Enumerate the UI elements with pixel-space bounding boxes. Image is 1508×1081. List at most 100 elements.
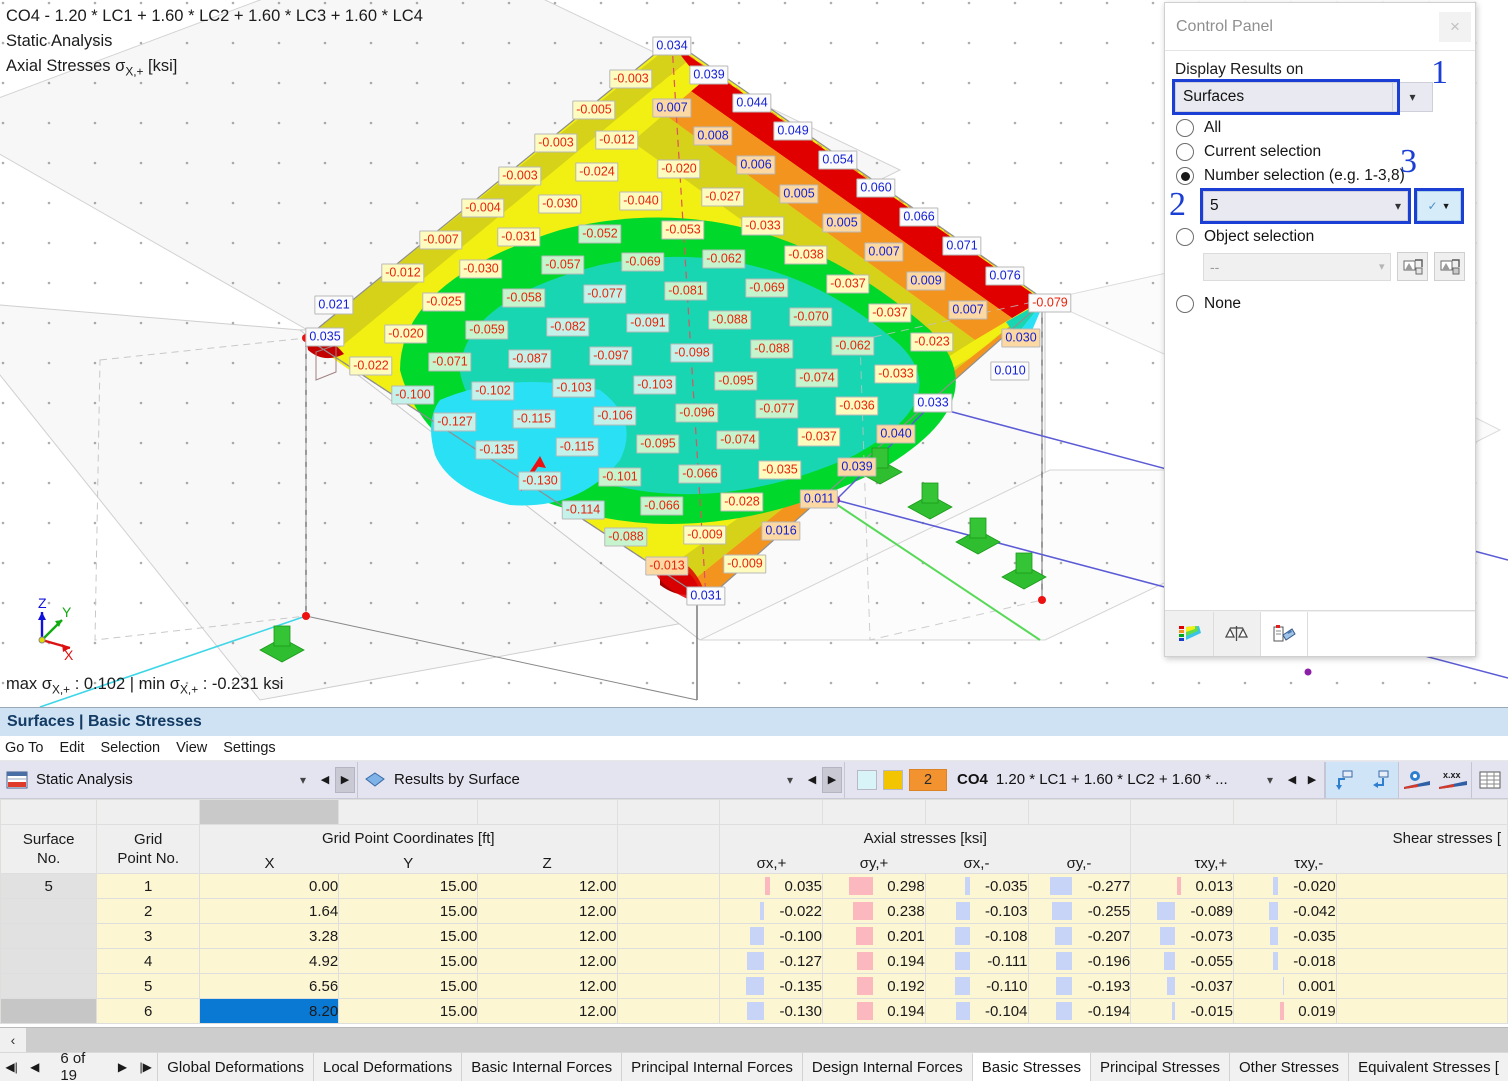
- tab-principal-stresses[interactable]: Principal Stresses: [1089, 1053, 1230, 1081]
- next-load-case-button[interactable]: ▶: [1302, 767, 1322, 793]
- col-sigma-y-minus[interactable]: σy,-: [1028, 854, 1131, 873]
- radio-icon-current[interactable]: [1176, 143, 1194, 161]
- cell-sigma-x-plus[interactable]: -0.022: [719, 898, 823, 924]
- cell-tau-xy-minus[interactable]: -0.018: [1233, 948, 1337, 974]
- paint-roller-icon[interactable]: [1261, 611, 1308, 656]
- menu-settings[interactable]: Settings: [223, 740, 275, 756]
- cell-coord-z[interactable]: 12.00: [477, 873, 618, 899]
- apply-selection-button[interactable]: ✓ ▼: [1417, 191, 1461, 221]
- scroll-left-button[interactable]: ‹: [0, 1027, 26, 1053]
- menu-selection[interactable]: Selection: [100, 740, 160, 756]
- tab-global-deformations[interactable]: Global Deformations: [157, 1053, 313, 1081]
- object-selection-select[interactable]: -- ▾: [1203, 252, 1392, 281]
- cell-coord-y[interactable]: 15.00: [338, 948, 479, 974]
- tab-other-stresses[interactable]: Other Stresses: [1229, 1053, 1349, 1081]
- cell-coord-y[interactable]: 15.00: [338, 998, 479, 1024]
- load-case-selector[interactable]: 2 CO4 1.20 * LC1 + 1.60 * LC2 + 1.60 * .…: [845, 761, 1325, 798]
- cell-tau-xy-minus[interactable]: -0.042: [1233, 898, 1337, 924]
- cell-tau-xy-plus[interactable]: -0.089: [1130, 898, 1234, 924]
- pick-objects-alt-icon[interactable]: [1434, 252, 1466, 281]
- cell-surface-no[interactable]: [0, 973, 98, 999]
- cell-coord-z[interactable]: 12.00: [477, 948, 618, 974]
- radio-current-selection[interactable]: Current selection: [1176, 143, 1465, 161]
- cell-sigma-x-plus[interactable]: 0.035: [719, 873, 823, 899]
- tab-local-deformations[interactable]: Local Deformations: [313, 1053, 462, 1081]
- radio-icon-object[interactable]: [1176, 228, 1194, 246]
- cell-sigma-y-minus[interactable]: -0.196: [1027, 948, 1132, 974]
- show-values-icon[interactable]: [1399, 762, 1435, 798]
- cell-surface-no[interactable]: [0, 923, 98, 949]
- cell-sigma-x-plus[interactable]: -0.127: [719, 948, 823, 974]
- col-tau-xy-minus[interactable]: τxy,-: [1227, 854, 1323, 873]
- cell-tau-xy-plus[interactable]: 0.013: [1130, 873, 1234, 899]
- close-icon[interactable]: ×: [1439, 11, 1471, 42]
- cell-tau-xy-minus[interactable]: 0.019: [1233, 998, 1337, 1024]
- table-grid-icon[interactable]: [1472, 762, 1508, 798]
- cell-coord-x[interactable]: 8.20: [199, 998, 340, 1024]
- cell-tau-xy-plus[interactable]: -0.037: [1130, 973, 1234, 999]
- cell-coord-x[interactable]: 3.28: [199, 923, 340, 949]
- table-row[interactable]: 2 1.64 15.00 12.00 -0.022 0.238 -0.103 -0.255 -0…: [0, 898, 1508, 924]
- analysis-selector[interactable]: Static Analysis ▾ ◀ ▶: [0, 761, 358, 798]
- cell-sigma-x-minus[interactable]: -0.104: [924, 998, 1029, 1024]
- table-row[interactable]: 3 3.28 15.00 12.00 -0.100 0.201 -0.108 -0.207 -0…: [0, 923, 1508, 949]
- cell-sigma-y-plus[interactable]: 0.194: [822, 998, 926, 1024]
- cell-coord-x[interactable]: 6.56: [199, 973, 340, 999]
- radio-icon-none[interactable]: [1176, 295, 1194, 313]
- cell-sigma-y-plus[interactable]: 0.194: [822, 948, 926, 974]
- decimals-icon[interactable]: x.xx: [1435, 762, 1471, 798]
- chevron-down-icon[interactable]: ▾: [1267, 773, 1273, 787]
- cell-coord-y[interactable]: 15.00: [338, 898, 479, 924]
- cell-sigma-y-minus[interactable]: -0.207: [1027, 923, 1132, 949]
- cell-sigma-x-plus[interactable]: -0.130: [719, 998, 823, 1024]
- radio-none[interactable]: None: [1176, 295, 1465, 313]
- chevron-down-icon[interactable]: ▾: [1393, 82, 1433, 112]
- radio-all[interactable]: All: [1176, 119, 1465, 137]
- cell-sigma-x-minus[interactable]: -0.108: [924, 923, 1029, 949]
- cell-sigma-x-plus[interactable]: -0.100: [719, 923, 823, 949]
- cell-tau-xy-plus[interactable]: -0.073: [1130, 923, 1234, 949]
- results-table-panel[interactable]: Surfaces | Basic Stresses Go To Edit Sel…: [0, 707, 1508, 1081]
- color-scale-icon[interactable]: [1167, 611, 1214, 656]
- cell-coord-y[interactable]: 15.00: [338, 873, 479, 899]
- col-y[interactable]: Y: [339, 854, 478, 873]
- col-surface-no[interactable]: Surface No.: [0, 824, 98, 874]
- results-grid[interactable]: Surface No. Grid Point No. Grid Point Co…: [0, 799, 1508, 1044]
- redo-arrow-icon[interactable]: [1362, 761, 1398, 798]
- cell-sigma-x-minus[interactable]: -0.111: [924, 948, 1029, 974]
- col-z[interactable]: Z: [478, 854, 617, 873]
- cell-surface-no[interactable]: 5: [0, 873, 98, 899]
- number-selection-value[interactable]: 5: [1210, 197, 1395, 215]
- horizontal-scrollbar[interactable]: ‹: [0, 1027, 1508, 1053]
- menu-go-to[interactable]: Go To: [5, 740, 43, 756]
- number-selection-input[interactable]: 5 ▾: [1203, 191, 1408, 221]
- table-menubar[interactable]: Go To Edit Selection View Settings: [0, 736, 1508, 761]
- cell-tau-xy-minus[interactable]: 0.001: [1233, 973, 1337, 999]
- cell-sigma-y-plus[interactable]: 0.298: [822, 873, 926, 899]
- cell-coord-x[interactable]: 0.00: [199, 873, 340, 899]
- table-row[interactable]: 6 8.20 15.00 12.00 -0.130 0.194 -0.104 -0.194 -0…: [0, 998, 1508, 1024]
- cell-sigma-x-minus[interactable]: -0.035: [924, 873, 1029, 899]
- menu-edit[interactable]: Edit: [59, 740, 84, 756]
- radio-object-selection[interactable]: Object selection: [1176, 228, 1465, 246]
- col-sigma-x-minus[interactable]: σx,-: [925, 854, 1028, 873]
- prev-analysis-button[interactable]: ◀: [315, 767, 335, 793]
- cell-sigma-y-minus[interactable]: -0.277: [1027, 873, 1132, 899]
- chevron-down-icon[interactable]: ▾: [300, 773, 306, 787]
- cell-sigma-y-plus[interactable]: 0.238: [822, 898, 926, 924]
- chevron-down-icon[interactable]: ▼: [1442, 201, 1451, 211]
- scales-icon[interactable]: [1214, 611, 1261, 656]
- tab-basic-stresses[interactable]: Basic Stresses: [971, 1053, 1090, 1081]
- col-sigma-y-plus[interactable]: σy,+: [823, 854, 926, 873]
- cell-sigma-x-minus[interactable]: -0.103: [924, 898, 1029, 924]
- display-results-on-select[interactable]: Surfaces ▾: [1175, 82, 1433, 112]
- next-results-button[interactable]: ▶: [822, 766, 842, 793]
- prev-load-case-button[interactable]: ◀: [1282, 767, 1302, 793]
- control-panel[interactable]: Control Panel × Display Results on Surfa…: [1164, 2, 1476, 657]
- cell-coord-x[interactable]: 4.92: [199, 948, 340, 974]
- pick-objects-icon[interactable]: [1397, 252, 1429, 281]
- cell-surface-no[interactable]: [0, 898, 98, 924]
- radio-icon-number[interactable]: [1176, 167, 1194, 185]
- table-toolbar[interactable]: Static Analysis ▾ ◀ ▶ Results by Surface…: [0, 761, 1508, 799]
- col-sigma-x-plus[interactable]: σx,+: [720, 854, 823, 873]
